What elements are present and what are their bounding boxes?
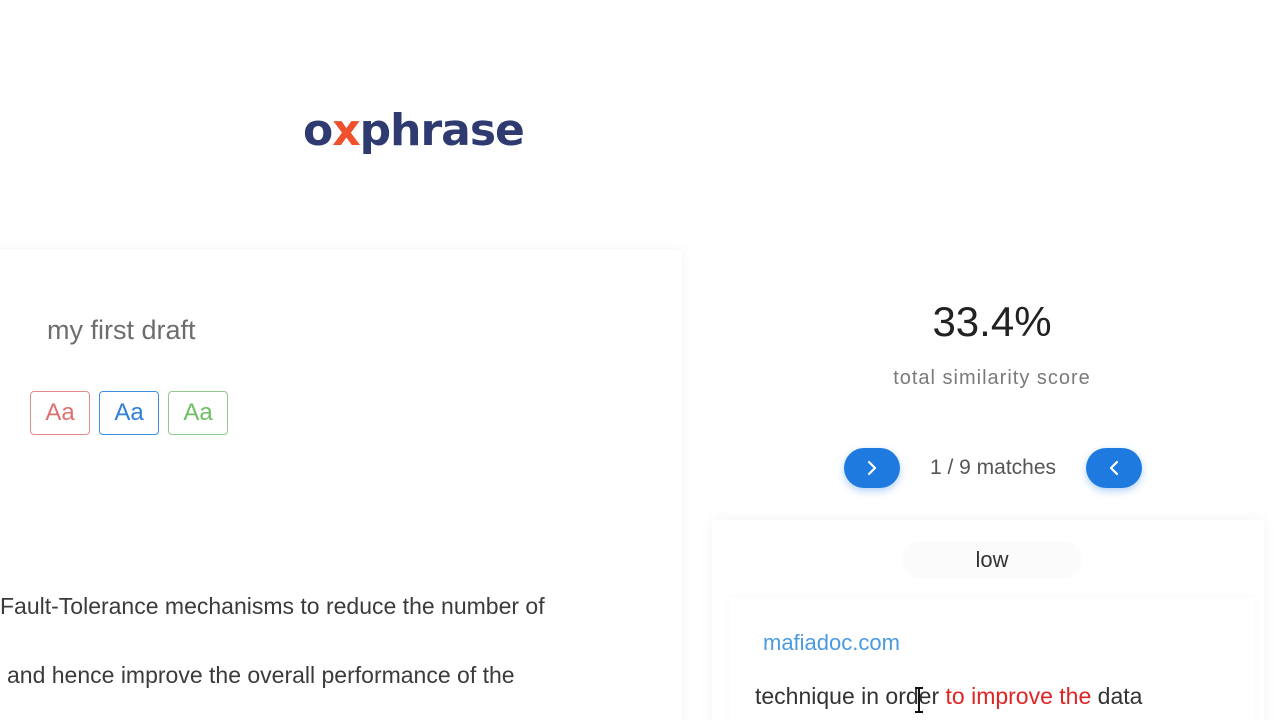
match-excerpt[interactable]: technique in order to improve the data xyxy=(755,683,1142,710)
similarity-score: 33.4% xyxy=(932,298,1052,345)
text-cursor-icon xyxy=(915,687,923,713)
oxphrase-logo[interactable]: oxphrase xyxy=(303,100,525,162)
chevron-right-icon xyxy=(867,460,877,476)
font-style-green-button[interactable]: Aa xyxy=(168,391,228,435)
highlight-style-buttons: Aa Aa Aa xyxy=(30,391,228,435)
source-link[interactable]: mafiadoc.com xyxy=(763,630,900,656)
draft-title[interactable]: my first draft xyxy=(47,315,196,346)
match-excerpt-after: data xyxy=(1091,683,1143,709)
page: oxphrase my first draft Aa Aa Aa Fault-T… xyxy=(0,0,1280,720)
similarity-score-label: total similarity score xyxy=(893,367,1091,389)
similarity-level-badge: low xyxy=(902,541,1082,579)
previous-match-button[interactable] xyxy=(1086,448,1142,488)
document-text-line[interactable]: Fault-Tolerance mechanisms to reduce the… xyxy=(0,593,545,620)
next-match-button[interactable] xyxy=(844,448,900,488)
match-excerpt-highlight: to improve the xyxy=(945,683,1092,709)
logo-o: o xyxy=(303,105,333,156)
logo-rest: phrase xyxy=(359,105,525,156)
document-text-line[interactable]: and hence improve the overall performanc… xyxy=(7,662,515,689)
font-style-red-button[interactable]: Aa xyxy=(30,391,90,435)
font-style-blue-button[interactable]: Aa xyxy=(99,391,159,435)
chevron-left-icon xyxy=(1109,460,1119,476)
logo-x: x xyxy=(332,105,360,156)
matches-counter: 1 / 9 matches xyxy=(929,456,1057,479)
